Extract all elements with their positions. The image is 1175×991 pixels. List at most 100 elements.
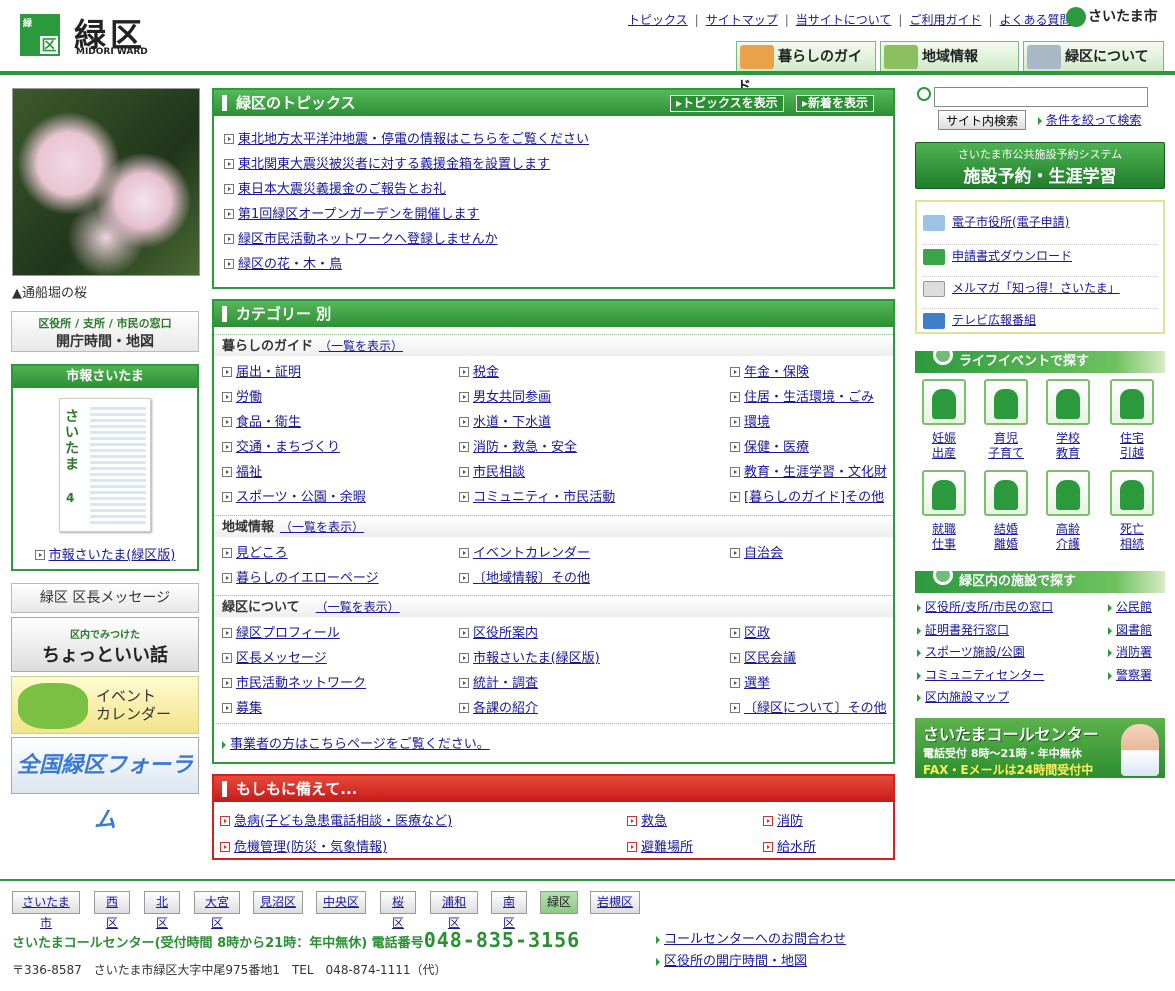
emergency-item[interactable]: 消防 [763, 810, 803, 829]
category-item[interactable]: 市民活動ネットワーク [222, 672, 366, 691]
category-item[interactable]: 市民相談 [459, 461, 525, 480]
ward-link[interactable]: 見沼区 [253, 891, 303, 914]
business-link[interactable]: 事業者の方はこちらページをご覧ください。 [222, 733, 490, 752]
show-list-link[interactable]: （一覧を表示） [319, 339, 403, 353]
event-calendar-banner[interactable]: イベント カレンダー [11, 676, 199, 734]
category-item[interactable]: 労働 [222, 386, 262, 405]
life-event-item[interactable]: 高齢 介護 [1044, 470, 1092, 552]
category-item[interactable]: 見どころ [222, 542, 288, 561]
form-download-link[interactable]: 申請書式ダウンロード [923, 244, 1157, 265]
newsletter-cover-image[interactable]: さいたま 4 [59, 398, 151, 532]
facility-link[interactable]: 区役所/支所/市民の窓口 [917, 598, 1053, 615]
office-hours-link[interactable]: 区役所の開庁時間・地図 [656, 950, 807, 969]
life-event-item[interactable]: 学校 教育 [1044, 379, 1092, 461]
category-item[interactable]: 保健・医療 [730, 436, 809, 455]
ward-link[interactable]: 桜区 [380, 891, 416, 930]
category-item[interactable]: 統計・調査 [459, 672, 538, 691]
category-item[interactable]: 区民会議 [730, 647, 796, 666]
category-item[interactable]: 各課の紹介 [459, 697, 538, 716]
topic-item[interactable]: 東北地方太平洋沖地震・停電の情報はこちらをご覧ください [224, 128, 589, 147]
facility-link[interactable]: 消防署 [1108, 643, 1152, 660]
topic-item[interactable]: 東北関東大震災被災者に対する義援金箱を設置します [224, 153, 550, 172]
category-item[interactable]: 区長メッセージ [222, 647, 327, 666]
category-item[interactable]: 水道・下水道 [459, 411, 551, 430]
topic-item[interactable]: 東日本大震災義援金のご報告とお礼 [224, 178, 446, 197]
site-search-button[interactable]: サイト内検索 [938, 110, 1026, 130]
category-item[interactable]: 自治会 [730, 542, 783, 561]
emergency-item[interactable]: 危機管理(防災・気象情報) [220, 836, 387, 855]
category-item[interactable]: 交通・まちづくり [222, 436, 340, 455]
mail-magazine-link[interactable]: メルマガ「知っ得！さいたま」 [923, 276, 1157, 297]
topic-item[interactable]: 緑区市民活動ネットワークへ登録しませんか [224, 228, 498, 247]
ward-link[interactable]: 大宮区 [194, 891, 240, 930]
life-event-item[interactable]: 育児 子育て [982, 379, 1030, 461]
category-item[interactable]: 年金・保険 [730, 361, 809, 380]
category-item[interactable]: 教育・生涯学習・文化財 [730, 461, 887, 480]
topic-item[interactable]: 第1回緑区オープンガーデンを開催します [224, 203, 480, 222]
ward-link[interactable]: 浦和区 [430, 891, 478, 930]
category-item[interactable]: コミュニティ・市民活動 [459, 486, 615, 505]
category-item[interactable]: 緑区プロフィール [222, 622, 340, 641]
facility-link[interactable]: 警察署 [1108, 666, 1152, 683]
show-list-link[interactable]: （一覧を表示） [280, 520, 364, 534]
ward-logo-mark[interactable]: 緑 区 [20, 14, 60, 56]
call-center-contact-link[interactable]: コールセンターへのお問合わせ [656, 928, 846, 947]
category-item[interactable]: [暮らしのガイド]その他 [730, 486, 884, 505]
tab-local-info[interactable]: 地域情報 [880, 41, 1019, 72]
search-input[interactable] [934, 87, 1148, 107]
category-item[interactable]: 市報さいたま(緑区版) [459, 647, 600, 666]
ward-link[interactable]: 南区 [491, 891, 527, 930]
life-event-item[interactable]: 住宅 引越 [1108, 379, 1156, 461]
topnav-guide[interactable]: ご利用ガイド [909, 13, 981, 27]
facility-reservation-banner[interactable]: さいたま市公共施設予約システム 施設予約・生涯学習 [915, 142, 1165, 189]
life-event-item[interactable]: 就職 仕事 [920, 470, 968, 552]
category-item[interactable]: 募集 [222, 697, 262, 716]
emergency-item[interactable]: 救急 [627, 810, 667, 829]
saitama-city-logo[interactable]: さいたま市 [1066, 6, 1158, 27]
facility-link[interactable]: 図書館 [1108, 621, 1152, 638]
topic-item[interactable]: 緑区の花・木・鳥 [224, 253, 342, 272]
mayor-message-button[interactable]: 緑区 区長メッセージ [11, 583, 199, 613]
topnav-faq[interactable]: よくある質問 [1000, 13, 1072, 27]
topnav-about-site[interactable]: 当サイトについて [796, 13, 892, 27]
e-city-hall-link[interactable]: 電子市役所(電子申請) [923, 213, 1069, 231]
show-new-button[interactable]: ▸新着を表示 [796, 95, 875, 112]
category-item[interactable]: スポーツ・公園・余暇 [222, 486, 366, 505]
facility-link[interactable]: スポーツ施設/公園 [917, 643, 1025, 660]
category-item[interactable]: 福祉 [222, 461, 262, 480]
life-event-item[interactable]: 結婚 離婚 [982, 470, 1030, 552]
topnav-topics[interactable]: トピックス [628, 13, 688, 27]
ward-link[interactable]: 西区 [94, 891, 130, 930]
tab-about-ward[interactable]: 緑区について [1023, 41, 1164, 72]
midori-forum-banner[interactable]: 全国緑区フォーラム [11, 737, 199, 833]
topnav-sitemap[interactable]: サイトマップ [706, 13, 778, 27]
facility-link[interactable]: 公民館 [1108, 598, 1152, 615]
ward-link[interactable]: 中央区 [316, 891, 366, 914]
ward-link[interactable]: 緑区 [540, 891, 578, 914]
life-event-item[interactable]: 妊娠 出産 [920, 379, 968, 461]
emergency-item[interactable]: 避難場所 [627, 836, 693, 855]
ward-link[interactable]: さいたま市 [12, 891, 80, 930]
office-hours-button[interactable]: 区役所 / 支所 / 市民の窓口 開庁時間・地図 [11, 311, 199, 352]
category-item[interactable]: 区役所案内 [459, 622, 538, 641]
category-item[interactable]: 区政 [730, 622, 770, 641]
category-item[interactable]: 選挙 [730, 672, 770, 691]
nice-story-banner[interactable]: 区内でみつけた ちょっといい話 [11, 617, 199, 672]
category-item[interactable]: 暮らしのイエローページ [222, 567, 379, 586]
emergency-item[interactable]: 急病(子ども急患電話相談・医療など) [220, 810, 452, 829]
facility-link[interactable]: 区内施設マップ [917, 688, 1009, 705]
category-item[interactable]: 男女共同参画 [459, 386, 551, 405]
category-item[interactable]: 食品・衛生 [222, 411, 301, 430]
category-item[interactable]: 税金 [459, 361, 499, 380]
category-item[interactable]: 環境 [730, 411, 770, 430]
facility-link[interactable]: コミュニティセンター [917, 666, 1044, 683]
category-item[interactable]: 届出・証明 [222, 361, 301, 380]
category-item[interactable]: イベントカレンダー [459, 542, 590, 561]
category-item[interactable]: 消防・救急・安全 [459, 436, 577, 455]
ward-link[interactable]: 北区 [144, 891, 180, 930]
advanced-search-link[interactable]: 条件を絞って検索 [1038, 111, 1141, 128]
call-center-banner[interactable]: さいたまコールセンター 電話受付 8時～21時・年中無休 FAX・Eメールは24… [915, 718, 1165, 778]
ward-link[interactable]: 岩槻区 [590, 891, 640, 914]
show-topics-button[interactable]: ▸トピックスを表示 [670, 95, 784, 112]
show-list-link[interactable]: （一覧を表示） [316, 600, 400, 614]
